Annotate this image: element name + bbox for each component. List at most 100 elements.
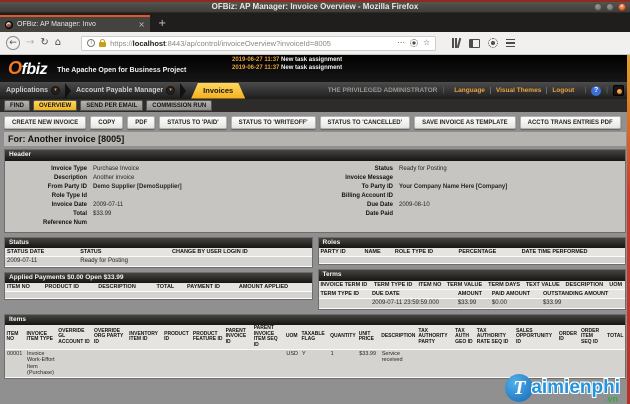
forward-icon[interactable]: → xyxy=(26,38,34,48)
column-header: AMOUNT xyxy=(456,290,490,299)
window-controls: × xyxy=(594,3,626,11)
nav-link[interactable]: Language xyxy=(449,87,490,94)
data-table: STATUS DATESTATUSCHANGE BY USER LOGIN ID… xyxy=(5,248,312,267)
ofbiz-logo: Ofbiz xyxy=(8,59,47,78)
column-header: TERM TYPE ID xyxy=(319,290,370,299)
padlock-icon[interactable] xyxy=(99,42,106,47)
chevron-down-icon[interactable]: ▾ xyxy=(51,86,60,95)
field-label: Due Date xyxy=(315,201,393,210)
roles-table: PARTY IDNAMEROLE TYPE IDPERCENTAGEDATE T… xyxy=(319,248,626,264)
close-button[interactable]: × xyxy=(618,3,626,11)
column-header: ROLE TYPE ID xyxy=(393,248,457,257)
new-tab-button[interactable]: + xyxy=(158,19,166,29)
column-header: PRODUCT ID xyxy=(163,325,192,350)
table-cell xyxy=(96,292,154,299)
sub-tab[interactable]: SEND PER EMAIL xyxy=(80,100,143,111)
terms-panel: Terms INVOICE TERM IDTERM TYPE IDITEM NO… xyxy=(318,269,627,309)
account-icon[interactable] xyxy=(488,38,498,48)
bookmark-star-icon[interactable]: ☆ xyxy=(423,39,430,47)
column-header: PARENT INVOICE ID xyxy=(224,325,252,350)
sub-tab[interactable]: OVERVIEW xyxy=(33,100,77,111)
column-header: TOTAL xyxy=(606,325,625,350)
account-payable-manager-menu[interactable]: Account Payable Manager ▾ xyxy=(76,86,175,95)
table-cell xyxy=(43,292,97,299)
field-label: Billing Account ID xyxy=(315,192,393,201)
column-header: DESCRIPTION xyxy=(380,325,417,350)
browser-tab[interactable]: OFBiz: AP Manager: Invo × xyxy=(0,15,150,32)
table-header-row: ITEM NOPRODUCT IDDESCRIPTIONTOTALPAYMENT… xyxy=(5,283,312,292)
field-row: Due Date2009-08-10 xyxy=(315,201,621,210)
applied-payments-table: ITEM NOPRODUCT IDDESCRIPTIONTOTALPAYMENT… xyxy=(5,283,312,299)
hamburger-menu-icon[interactable] xyxy=(506,39,515,48)
column-header: STATUS xyxy=(78,248,170,257)
data-table: ITEM NOPRODUCT IDDESCRIPTIONTOTALPAYMENT… xyxy=(5,283,312,299)
panel-title: Terms xyxy=(319,270,626,281)
library-icon[interactable] xyxy=(452,38,461,48)
action-button[interactable]: STATUS TO 'WRITEOFF' xyxy=(231,116,316,129)
action-button[interactable]: STATUS TO 'PAID' xyxy=(159,116,226,129)
column-header: INVENTORY ITEM ID xyxy=(128,325,163,350)
logo-o: O xyxy=(8,58,22,78)
column-header: ITEM NO xyxy=(5,325,25,350)
action-button[interactable]: CREATE NEW INVOICE xyxy=(4,116,86,129)
site-info-icon[interactable]: i xyxy=(87,39,95,47)
column-header: OVERRIDE ORG PARTY ID xyxy=(93,325,128,350)
pocket-icon[interactable] xyxy=(410,39,418,47)
url-host: localhost xyxy=(133,39,166,48)
notification-text: New task assignment xyxy=(281,57,342,63)
watermark-t-icon: T xyxy=(505,374,533,402)
sub-tab[interactable]: COMMISSION RUN xyxy=(146,100,212,111)
url-bar[interactable]: i https://localhost:8443/ap/control/invo… xyxy=(81,36,436,51)
logged-in-user: THE PRIVILEGED ADMINISTRATOR xyxy=(328,87,438,94)
action-button[interactable]: SAVE INVOICE AS TEMPLATE xyxy=(414,116,516,129)
table-cell xyxy=(454,350,476,378)
action-button[interactable]: STATUS TO 'CANCELLED' xyxy=(320,116,411,129)
column-header: TERM DAYS xyxy=(486,281,524,290)
alert-icon[interactable] xyxy=(613,85,624,96)
table-cell xyxy=(154,292,185,299)
sub-tab[interactable]: FIND xyxy=(4,100,30,111)
page-actions-icon[interactable]: ⋯ xyxy=(397,39,405,47)
field-value: Purchase Invoice xyxy=(93,165,139,174)
column-header: ITEM NO xyxy=(5,283,43,292)
field-row: Total$33.99 xyxy=(9,210,315,219)
home-icon[interactable]: ⌂ xyxy=(55,38,61,48)
tab-invoices[interactable]: Invoices xyxy=(191,83,245,99)
action-button[interactable]: COPY xyxy=(90,116,123,129)
roles-panel: Roles PARTY IDNAMEROLE TYPE IDPERCENTAGE… xyxy=(318,237,627,266)
nav-links: LanguageVisual ThemesLogout xyxy=(449,87,579,94)
maximize-button[interactable] xyxy=(606,3,614,11)
column-header: TERM TYPE ID xyxy=(372,281,417,290)
action-button[interactable]: ACCTG TRANS ENTRIES PDF xyxy=(520,116,621,129)
back-icon[interactable]: ← xyxy=(6,36,20,50)
field-label: Total xyxy=(9,210,87,219)
column-header: DUE DATE xyxy=(370,290,456,299)
minimize-button[interactable] xyxy=(594,3,602,11)
table-cell xyxy=(191,350,224,378)
field-label: From Party ID xyxy=(9,183,87,192)
table-cell xyxy=(252,350,284,378)
watermark-vn-text: .vn xyxy=(605,395,618,404)
table-header-row: STATUS DATESTATUSCHANGE BY USER LOGIN ID xyxy=(5,248,312,257)
table-cell xyxy=(163,350,192,378)
table-row xyxy=(5,292,312,299)
tab-close-icon[interactable]: × xyxy=(138,21,145,29)
items-panel: Items ITEM NOINVOICE ITEM TYPEOVERRIDE G… xyxy=(4,314,626,380)
action-button[interactable]: PDF xyxy=(127,116,155,129)
applications-menu[interactable]: Applications ▾ xyxy=(6,86,60,95)
nav-link[interactable]: Logout xyxy=(546,87,579,94)
nav-link[interactable]: Visual Themes xyxy=(490,87,546,94)
right-column: Roles PARTY IDNAMEROLE TYPE IDPERCENTAGE… xyxy=(318,237,627,314)
column-header: TAXABLE FLAG xyxy=(300,325,329,350)
field-label: Date Paid xyxy=(315,210,393,219)
sidebar-icon[interactable] xyxy=(469,39,480,48)
column-header: ORDER ITEM SEQ ID xyxy=(580,325,606,350)
reload-icon[interactable]: ↻ xyxy=(40,38,48,48)
field-label: Invoice Type xyxy=(9,165,87,174)
chevron-down-icon[interactable]: ▾ xyxy=(166,86,175,95)
help-icon[interactable]: ? xyxy=(591,86,601,96)
url-scheme: https:// xyxy=(110,39,133,48)
header-left-column: Invoice TypePurchase InvoiceDescriptionA… xyxy=(9,163,315,228)
url-text[interactable]: https://localhost:8443/ap/control/invoic… xyxy=(110,39,393,48)
notification-text: New task assignment xyxy=(281,65,342,71)
